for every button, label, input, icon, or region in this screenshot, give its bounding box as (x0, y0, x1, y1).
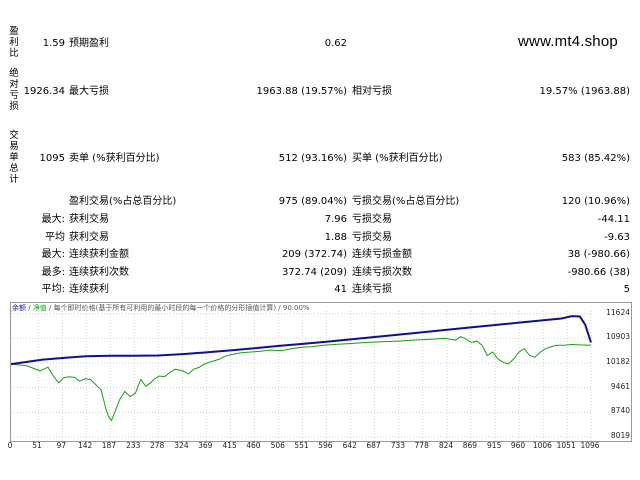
row-prefix: 平均: (41, 284, 65, 295)
row-label-right: 亏损交易 (352, 232, 392, 243)
row-value-right: -44.11 (597, 214, 630, 225)
legend-equity: 净值 (32, 304, 47, 312)
profit-factor-value: 1.59 (42, 38, 65, 49)
row-value-right: 5 (623, 284, 630, 295)
row-prefix: 平均 (45, 232, 65, 243)
row-value-left: 7.96 (324, 214, 347, 225)
equity-chart-svg (10, 311, 592, 441)
watermark: www.mt4.shop (518, 33, 618, 50)
balance-line (10, 315, 592, 366)
row-prefix: 最大: (41, 214, 65, 225)
y-tick-label: 10903 (606, 332, 630, 342)
equity-chart (10, 302, 632, 442)
loss-trades-label: 亏损交易(%占总百分比) (352, 196, 460, 207)
absolute-drawdown-side-label: 绝对亏损 (9, 68, 19, 112)
row-value-left: 372.74 (209) (281, 267, 347, 278)
total-trades-side-label: 交易单总计 (9, 130, 19, 185)
row-value-left: 209 (372.74) (281, 249, 347, 260)
row-label-left: 连续获利次数 (69, 267, 129, 278)
legend-description: / 每个即时价格(基于所有可利用的最小时段的每一个价格的分形插值计算) / 90… (46, 304, 310, 312)
y-tick-label: 9461 (610, 381, 630, 391)
long-positions-label: 买单 (%获利百分比) (352, 153, 443, 164)
profit-factor-side-label: 盈利比 (9, 26, 19, 59)
long-positions-value: 583 (85.42%) (561, 153, 630, 164)
row-label-right: 连续亏损次数 (352, 267, 412, 278)
y-tick-label: 8019 (610, 431, 630, 440)
expected-payoff-label: 预期盈利 (69, 38, 109, 49)
row-prefix: 最大: (41, 249, 65, 260)
row-label-right: 连续亏损 (352, 284, 392, 295)
absolute-drawdown-value: 1926.34 (23, 86, 65, 97)
row-label-left: 连续获利 (69, 284, 109, 295)
legend-separator: / (26, 304, 33, 312)
y-tick-label: 10182 (606, 356, 630, 366)
profit-trades-value: 975 (89.04%) (278, 196, 347, 207)
short-positions-label: 卖单 (%获利百分比) (69, 153, 160, 164)
row-label-left: 获利交易 (69, 232, 109, 243)
total-trades-value: 1095 (39, 153, 65, 164)
row-value-right: 38 (-980.66) (567, 249, 630, 260)
y-tick-label: 11624 (606, 307, 630, 317)
row-value-left: 41 (334, 284, 347, 295)
relative-drawdown-label: 相对亏损 (352, 86, 392, 97)
row-value-right: -980.66 (38) (567, 267, 630, 278)
expected-payoff-value: 0.62 (324, 38, 347, 49)
equity-line (10, 336, 592, 422)
max-drawdown-value: 1963.88 (19.57%) (256, 86, 347, 97)
loss-trades-value: 120 (10.96%) (561, 196, 630, 207)
profit-trades-label: 盈利交易(%占总百分比) (69, 196, 177, 207)
row-prefix: 最多: (41, 267, 65, 278)
x-tick-label: 1096 (580, 441, 600, 450)
row-label-right: 亏损交易 (352, 214, 392, 225)
row-value-right: -9.63 (604, 232, 630, 243)
y-tick-label: 8740 (610, 406, 630, 416)
short-positions-value: 512 (93.16%) (278, 153, 347, 164)
row-label-right: 连续亏损金额 (352, 249, 412, 260)
row-label-left: 连续获利金额 (69, 249, 129, 260)
row-value-left: 1.88 (324, 232, 347, 243)
legend-balance: 余额 (12, 304, 26, 312)
relative-drawdown-value: 19.57% (1963.88) (539, 86, 630, 97)
max-drawdown-label: 最大亏损 (69, 86, 109, 97)
row-label-left: 获利交易 (69, 214, 109, 225)
chart-legend: 余额 / 净值 / 每个即时价格(基于所有可利用的最小时段的每一个价格的分形插值… (12, 304, 310, 313)
